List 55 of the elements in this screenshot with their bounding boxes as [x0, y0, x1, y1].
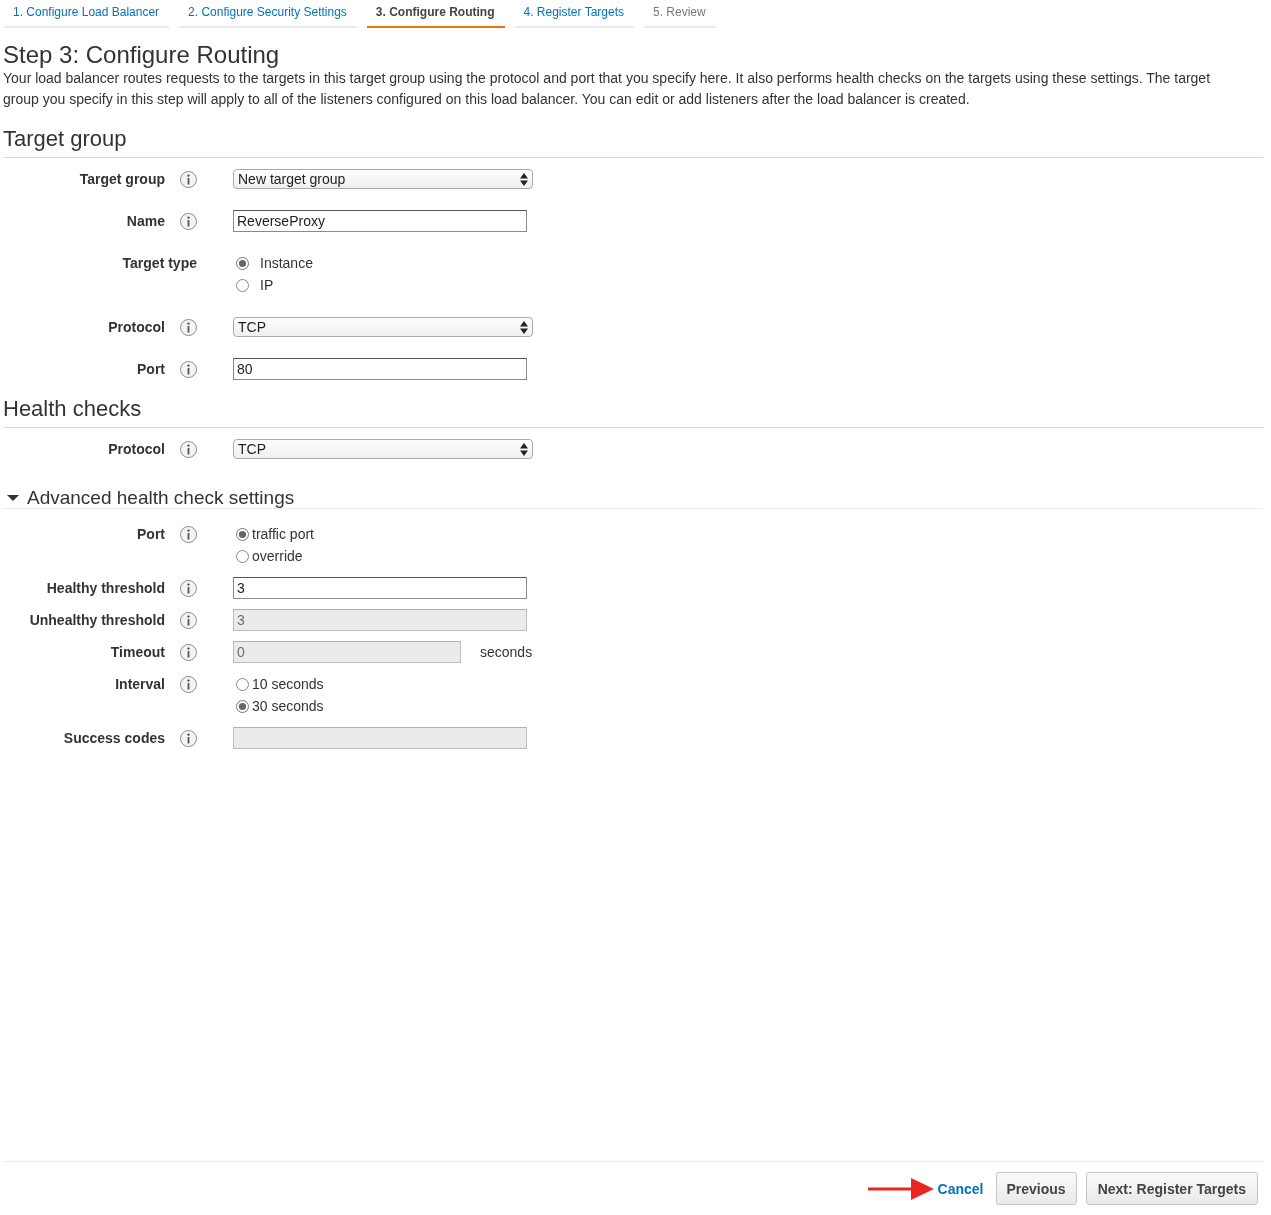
radio-button-icon[interactable]	[236, 278, 249, 292]
field-label: Port	[137, 361, 165, 377]
wizard-step-tab[interactable]: 2. Configure Security Settings	[179, 0, 357, 28]
field-label: Success codes	[63, 730, 165, 746]
field-label: Unhealthy threshold	[29, 612, 165, 628]
radio-option[interactable]: 10 seconds	[236, 673, 324, 695]
dropdown-select[interactable]: New target group	[233, 169, 533, 189]
info-icon[interactable]	[180, 318, 197, 336]
up-down-caret-icon	[520, 320, 528, 334]
wizard-step-tab[interactable]: 1. Configure Load Balancer	[4, 0, 170, 28]
radio-option[interactable]: IP	[236, 274, 313, 296]
unit-label: seconds	[480, 644, 533, 660]
info-icon[interactable]	[180, 212, 197, 230]
radio-button-icon[interactable]	[236, 549, 249, 563]
field-label: Protocol	[108, 441, 165, 457]
info-icon[interactable]	[180, 360, 197, 378]
up-down-caret-icon	[520, 442, 528, 456]
info-icon[interactable]	[180, 440, 197, 458]
radio-button-icon[interactable]	[236, 699, 249, 713]
previous-button[interactable]: Previous	[995, 1172, 1077, 1205]
radio-button-icon[interactable]	[236, 256, 249, 270]
cancel-link[interactable]: Cancel	[937, 1180, 984, 1197]
radio-option[interactable]: Instance	[236, 252, 313, 274]
field-label: Target group	[79, 171, 165, 187]
section-heading: Health checks	[3, 396, 142, 422]
text-input[interactable]: 80	[233, 358, 527, 380]
field-label: Interval	[115, 676, 165, 692]
info-icon[interactable]	[180, 170, 197, 188]
radio-option[interactable]: override	[236, 545, 314, 567]
field-label: Timeout	[110, 644, 165, 660]
up-down-caret-icon	[520, 172, 528, 186]
info-icon[interactable]	[180, 525, 197, 543]
next-button[interactable]: Next: Register Targets	[1085, 1172, 1258, 1205]
field-label: Port	[137, 526, 165, 542]
radio-button-icon[interactable]	[236, 527, 249, 541]
dropdown-select[interactable]: TCP	[233, 317, 533, 337]
field-label: Target type	[122, 255, 197, 271]
text-input[interactable]: 3	[233, 577, 527, 599]
field-label: Protocol	[108, 319, 165, 335]
annotation-arrow	[867, 1176, 934, 1201]
radio-option[interactable]: traffic port	[236, 523, 314, 545]
text-input[interactable]: ReverseProxy	[233, 210, 527, 232]
wizard-step-tab[interactable]: 3. Configure Routing	[366, 0, 505, 28]
page-title: Step 3: Configure Routing	[3, 42, 281, 68]
field-label: Healthy threshold	[46, 580, 165, 596]
info-icon[interactable]	[180, 579, 197, 597]
radio-option[interactable]: 30 seconds	[236, 695, 324, 717]
section-toggle[interactable]: Advanced health check settings	[3, 488, 295, 508]
field-label: Name	[126, 213, 165, 229]
wizard-step-tab[interactable]: 4. Register Targets	[514, 0, 634, 28]
page-description: Your load balancer routes requests to the targets in this target group using the protocol and port that you specify here. It also performs health checks on the targets using these settings. The target group you specify in this step will apply to all of the listeners configured on this load balancer. You can edit or add listeners after the load balancer is created.	[3, 69, 1212, 109]
dropdown-select[interactable]: TCP	[233, 439, 533, 459]
radio-button-icon[interactable]	[236, 677, 249, 691]
info-icon[interactable]	[180, 675, 197, 693]
section-heading: Target group	[3, 126, 127, 152]
